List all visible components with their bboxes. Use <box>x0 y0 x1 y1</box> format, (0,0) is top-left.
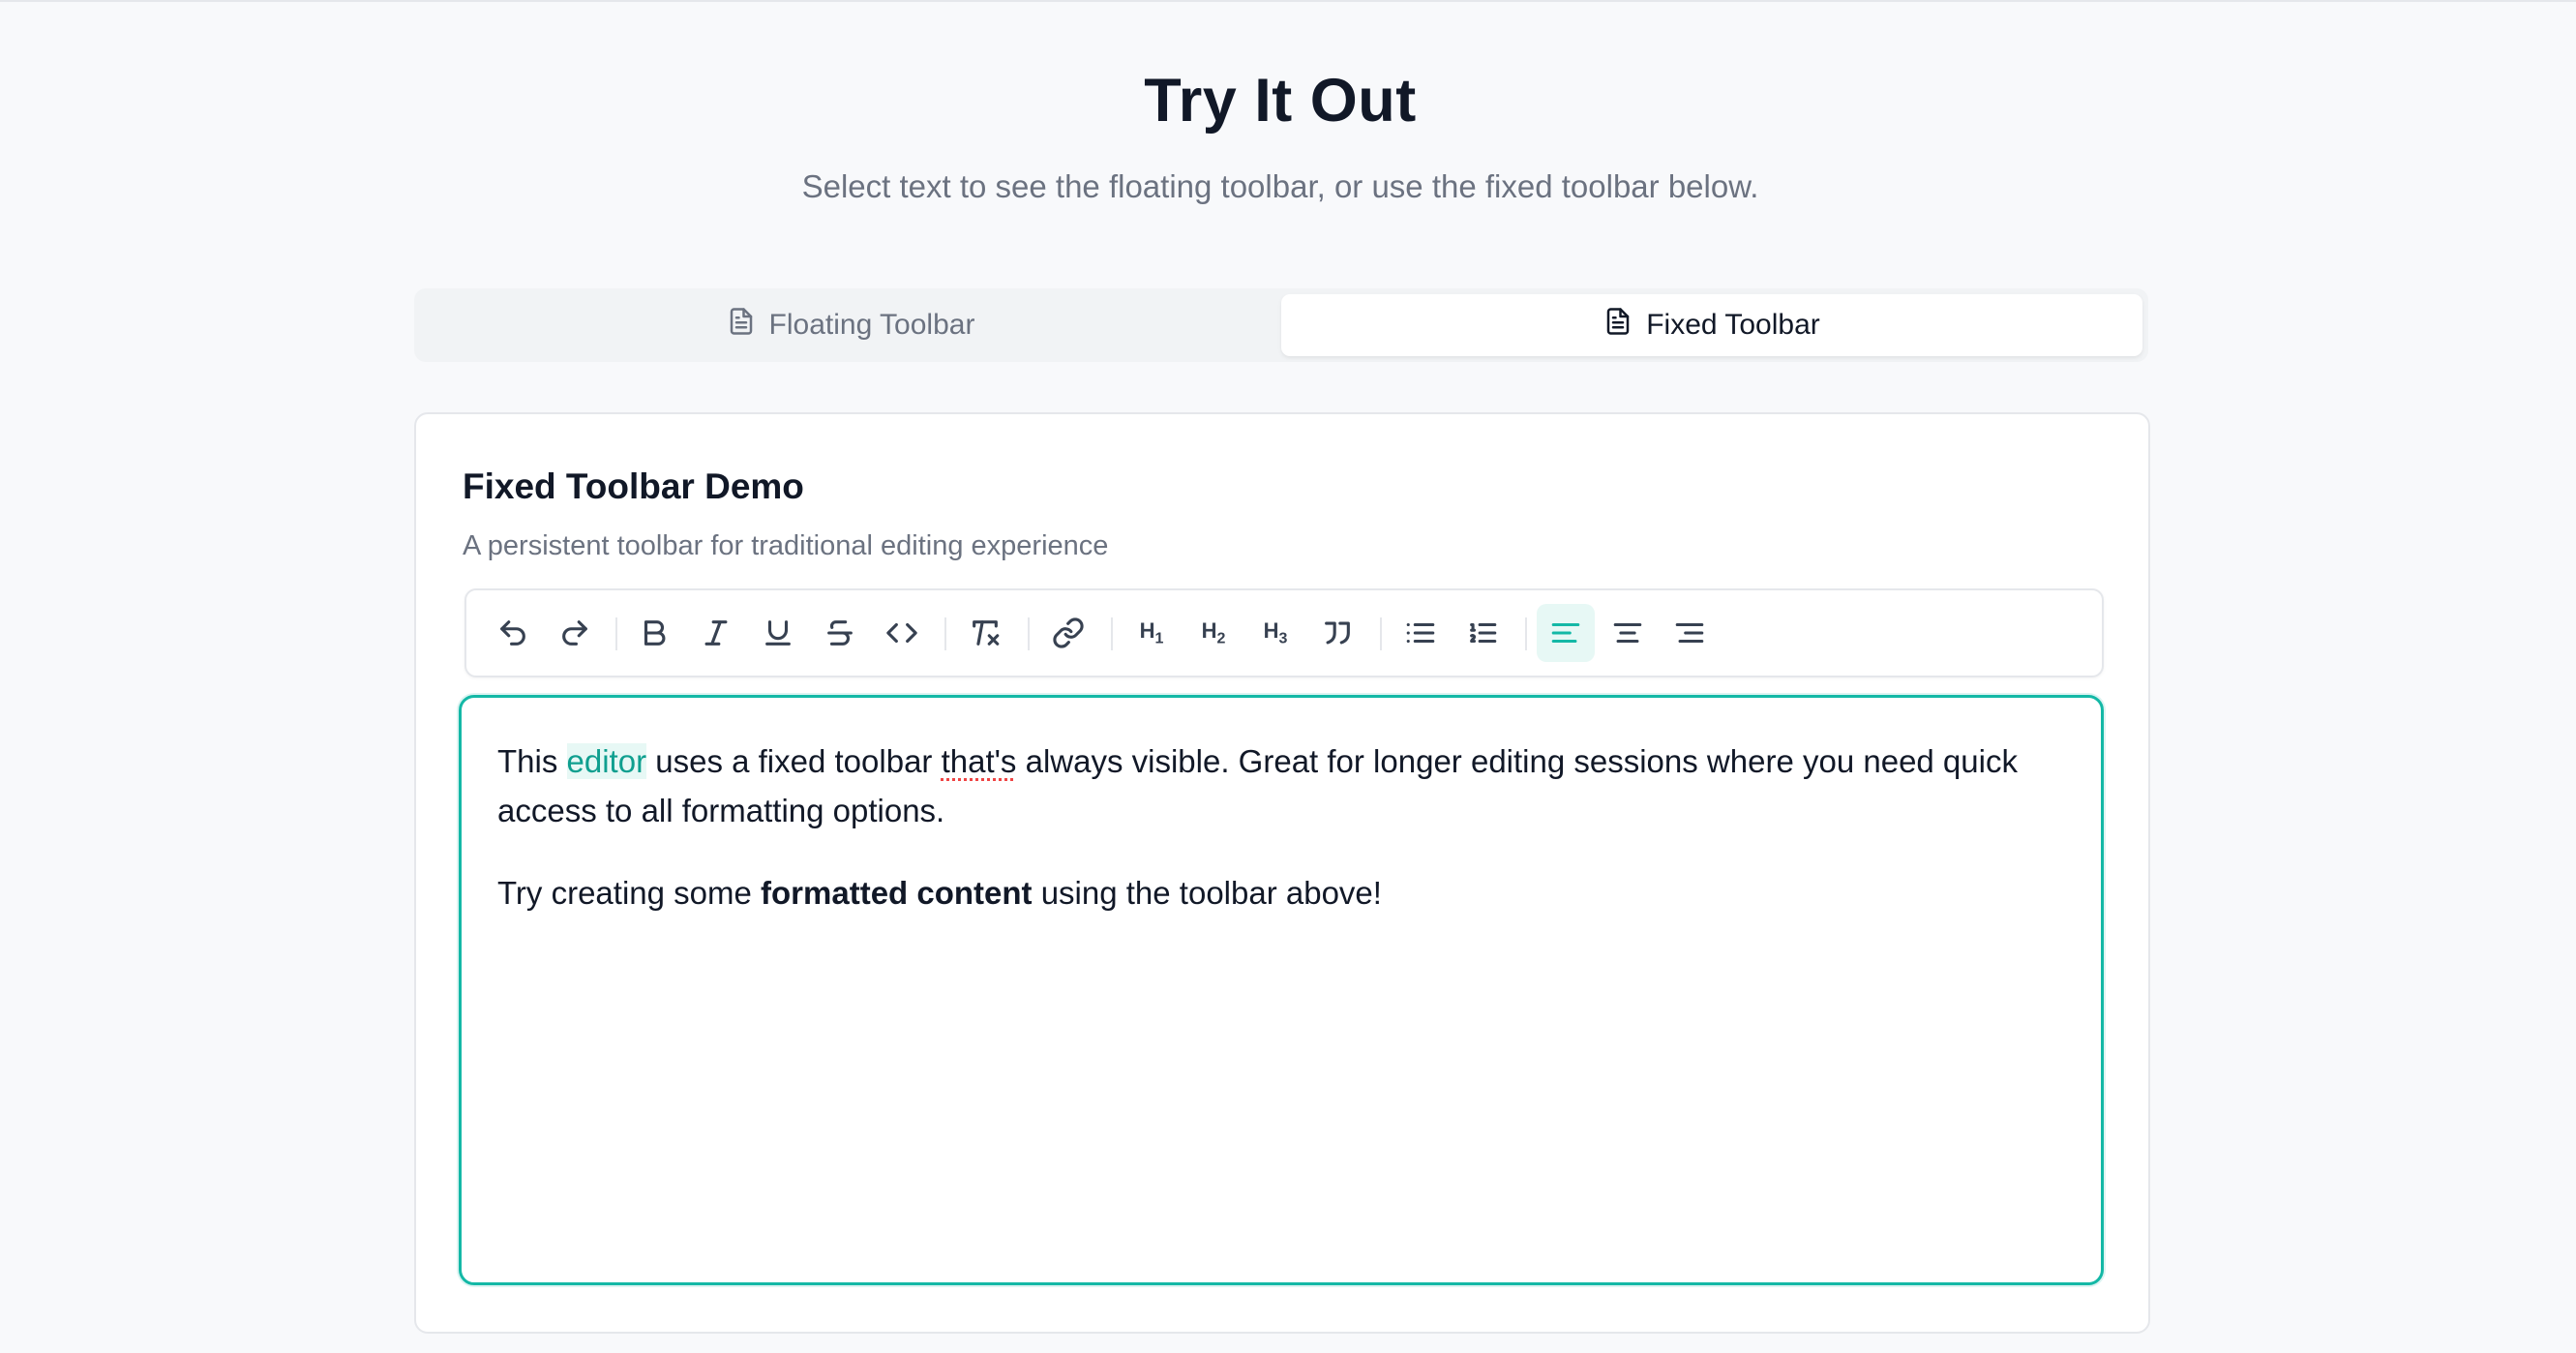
bullet-list-icon <box>1406 622 1435 644</box>
toolbar-divider <box>944 617 946 650</box>
heading-1-icon: H1 <box>1139 617 1164 647</box>
align-right-icon <box>1675 622 1704 644</box>
heading-2-icon: H2 <box>1201 617 1226 647</box>
bullet-list-button[interactable] <box>1392 604 1450 662</box>
heading-1-button[interactable]: H1 <box>1123 604 1181 662</box>
italic-button[interactable] <box>687 604 745 662</box>
clear-formatting-button[interactable] <box>956 604 1014 662</box>
quote-icon <box>1325 621 1350 645</box>
blockquote-button[interactable] <box>1308 604 1366 662</box>
heading-2-button[interactable]: H2 <box>1184 604 1243 662</box>
align-left-button[interactable] <box>1537 604 1595 662</box>
align-right-button[interactable] <box>1661 604 1719 662</box>
clear-formatting-icon <box>973 620 1000 646</box>
toolbar-mode-tabs: Floating Toolbar Fixed Toolbar <box>414 288 2148 362</box>
redo-button[interactable] <box>546 604 604 662</box>
align-center-button[interactable] <box>1599 604 1657 662</box>
ordered-list-icon <box>1470 622 1497 644</box>
editor-paragraph: Try creating some formatted content usin… <box>497 875 1382 911</box>
page-subtitle: Select text to see the floating toolbar,… <box>801 168 1759 204</box>
undo-icon <box>500 620 525 646</box>
underline-button[interactable] <box>749 604 807 662</box>
toolbar-divider <box>1380 617 1382 650</box>
page-title: Try It Out <box>1144 67 1417 135</box>
tab-floating-toolbar[interactable]: Floating Toolbar <box>420 294 1281 356</box>
strikethrough-button[interactable] <box>811 604 869 662</box>
toolbar-divider <box>1028 617 1030 650</box>
link-icon <box>1053 617 1084 648</box>
bold-button[interactable] <box>625 604 683 662</box>
card-title: Fixed Toolbar Demo <box>463 466 804 506</box>
underline-icon <box>765 620 791 646</box>
code-button[interactable] <box>873 604 931 662</box>
toolbar-divider <box>615 617 617 650</box>
fixed-toolbar: H1 H2 H3 <box>464 588 2104 677</box>
bold-text: formatted content <box>761 875 1033 911</box>
ordered-list-button[interactable] <box>1453 604 1512 662</box>
align-center-icon <box>1613 622 1642 644</box>
tab-label: Floating Toolbar <box>768 309 975 341</box>
redo-icon <box>562 620 587 646</box>
strikethrough-icon <box>827 620 853 646</box>
toolbar-divider <box>1525 617 1527 650</box>
tab-label: Fixed Toolbar <box>1646 309 1820 341</box>
card-description: A persistent toolbar for traditional edi… <box>463 530 1109 561</box>
tab-fixed-toolbar[interactable]: Fixed Toolbar <box>1281 294 2142 356</box>
document-icon <box>727 307 756 344</box>
align-left-icon <box>1551 622 1580 644</box>
toolbar-divider <box>1111 617 1113 650</box>
misspelled-word: that's <box>941 743 1017 779</box>
highlighted-word: editor <box>566 743 647 779</box>
code-icon <box>886 622 917 644</box>
editor-paragraph: This editor uses a fixed toolbar that's … <box>497 743 2018 828</box>
italic-icon <box>704 620 728 646</box>
link-button[interactable] <box>1039 604 1097 662</box>
document-icon <box>1603 307 1632 344</box>
heading-3-icon: H3 <box>1263 617 1288 647</box>
editor-content-area[interactable]: This editor uses a fixed toolbar that's … <box>459 695 2104 1285</box>
bold-icon <box>644 620 666 646</box>
undo-button[interactable] <box>484 604 542 662</box>
heading-3-button[interactable]: H3 <box>1246 604 1304 662</box>
demo-card: Fixed Toolbar Demo A persistent toolbar … <box>414 412 2150 1334</box>
